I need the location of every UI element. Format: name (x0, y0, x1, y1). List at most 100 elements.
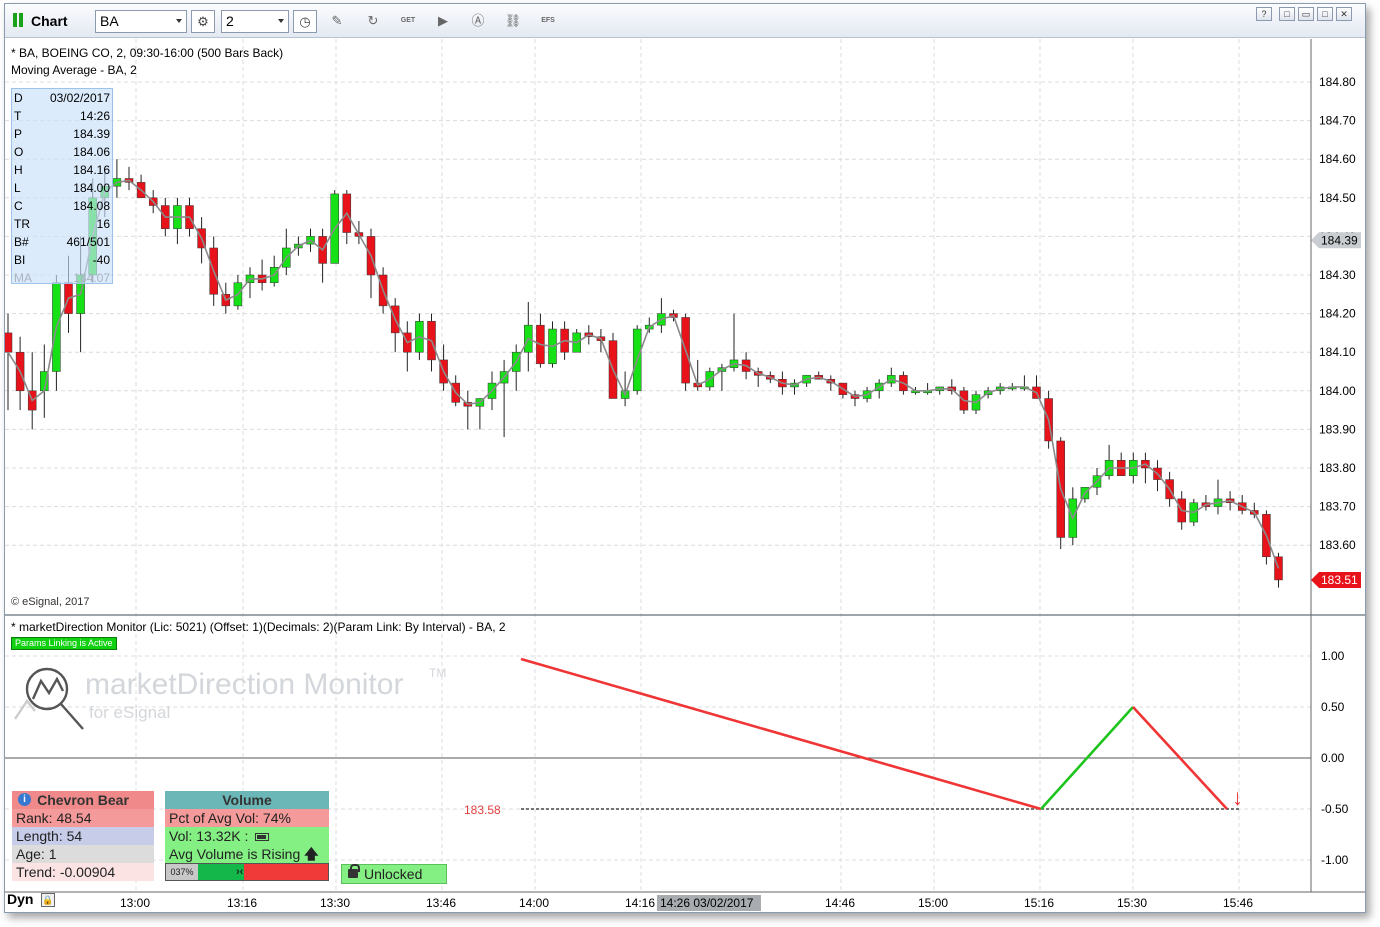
info-icon[interactable]: i (18, 793, 31, 806)
gauge-label: 037% (166, 864, 198, 880)
candle[interactable] (439, 344, 448, 391)
chart-window: Chart BA ⚙ 2 ◷ ✎ ↻ GET ▶ Ⓐ ⛓ EFS ? □ ▭ □… (4, 3, 1366, 913)
chevron-length: Length: 54 (12, 827, 154, 845)
candle[interactable] (5, 313, 13, 411)
ma-header: Moving Average - BA, 2 (11, 63, 137, 77)
alert-icon[interactable]: Ⓐ (468, 12, 488, 30)
data-window-row: P 184.39 (12, 125, 112, 143)
current-price-flag-text: 183.51 (1321, 573, 1358, 587)
symbol-combo[interactable]: BA (95, 10, 187, 33)
candle[interactable] (136, 174, 146, 199)
unlock-button[interactable]: Unlocked (341, 864, 447, 884)
price-tick-label: 183.80 (1319, 461, 1356, 475)
settings-icon[interactable]: ⚙ (191, 10, 215, 33)
time-tick-label: 14:00 (519, 896, 549, 910)
data-window-key: L (14, 181, 21, 195)
time-tick-label: 15:46 (1223, 896, 1253, 910)
candle[interactable] (850, 390, 860, 407)
play-icon[interactable]: ▶ (433, 12, 453, 30)
candle[interactable] (511, 344, 521, 391)
candle[interactable] (524, 302, 533, 372)
get-icon[interactable]: GET (398, 12, 418, 30)
time-tick-label: 13:30 (320, 896, 350, 910)
candle[interactable] (124, 166, 134, 191)
data-window-key: B# (14, 235, 29, 249)
candle[interactable] (403, 321, 412, 372)
price-tick-label: 184.10 (1319, 345, 1356, 359)
arrow-up-icon: 🡅 (304, 846, 319, 862)
volume-rising-text: Avg Volume is Rising (169, 846, 301, 862)
price-axis[interactable]: 184.80184.70184.60184.50184.40184.30184.… (1311, 75, 1361, 588)
pencil-icon[interactable]: ✎ (327, 12, 347, 30)
candle[interactable] (451, 375, 460, 407)
chevron-down-icon[interactable] (176, 19, 182, 23)
price-pane-header: * BA, BOEING CO, 2, 09:30-16:00 (500 Bar… (11, 46, 284, 60)
candle[interactable] (1032, 375, 1041, 399)
candle[interactable] (27, 352, 37, 430)
indicator-tick-label: -1.00 (1321, 853, 1349, 867)
candle[interactable] (923, 383, 932, 395)
close-button[interactable]: ✕ (1336, 7, 1352, 21)
candle[interactable] (1201, 495, 1211, 511)
candle[interactable] (463, 390, 473, 430)
dyn-label[interactable]: Dyn (7, 891, 33, 907)
candle[interactable] (935, 386, 944, 395)
data-window-key: T (14, 109, 22, 123)
volume-value-text: Vol: 13.32K : (169, 828, 249, 844)
dyn-lock-icon[interactable]: 🔒 (41, 893, 55, 907)
efs-icon[interactable]: EFS (538, 12, 558, 30)
candle[interactable] (1153, 460, 1162, 492)
indicator-tick-label: 1.00 (1321, 649, 1345, 663)
candle[interactable] (1213, 479, 1223, 515)
interval-combo[interactable]: 2 (221, 10, 289, 33)
minimize-button[interactable]: ▭ (1298, 7, 1314, 21)
candle[interactable] (657, 298, 666, 333)
candle[interactable] (499, 359, 509, 438)
candle[interactable] (536, 313, 545, 368)
candle[interactable] (52, 275, 61, 391)
candle[interactable] (887, 367, 896, 387)
candle[interactable] (257, 259, 267, 291)
candle[interactable] (112, 159, 122, 198)
data-window-value: 184.39 (73, 127, 110, 141)
data-window-key: C (14, 199, 23, 213)
candle[interactable] (729, 313, 739, 372)
line-tool-icon[interactable]: ↻ (363, 12, 383, 30)
chevron-trend: Trend: -0.00904 (12, 863, 154, 881)
data-window: D 03/02/2017 T 14:26 P 184.39 O 184.06 H 184.16 L 1… (11, 88, 113, 285)
data-window-key: MA (14, 271, 32, 285)
chart-canvas[interactable]: 184.80184.70184.60184.50184.40184.30184.… (5, 39, 1365, 913)
chart-icon (13, 13, 25, 27)
data-window-row: C 184.08 (12, 197, 112, 215)
help-button[interactable]: ? (1256, 7, 1272, 21)
chevron-title-text: Chevron Bear (37, 792, 129, 808)
data-window-value: 184.07 (73, 271, 110, 285)
candle[interactable] (318, 228, 327, 283)
candle[interactable] (1056, 437, 1065, 550)
volume-title: Volume (165, 791, 329, 809)
candle[interactable] (40, 344, 49, 418)
restore-button[interactable]: □ (1279, 7, 1295, 21)
candle[interactable] (330, 190, 339, 264)
symbol-value: BA (100, 13, 119, 29)
last-price-flag-text: 184.39 (1321, 233, 1358, 247)
candlestick-series[interactable] (5, 159, 1283, 588)
clock-icon[interactable]: ◷ (293, 10, 317, 33)
maximize-button[interactable]: □ (1317, 7, 1333, 21)
time-tick-label: 14:46 (825, 896, 855, 910)
candle[interactable] (282, 228, 291, 275)
price-grid (5, 39, 1311, 892)
candle[interactable] (1116, 452, 1126, 476)
candle[interactable] (1274, 552, 1283, 588)
candle[interactable] (1141, 452, 1150, 484)
candle[interactable] (1104, 444, 1114, 480)
price-tick-label: 184.70 (1319, 114, 1356, 128)
chevron-down-icon[interactable] (278, 19, 284, 23)
candle[interactable] (173, 197, 182, 245)
candle[interactable] (753, 367, 763, 387)
candle[interactable] (790, 379, 799, 395)
indicator-axis[interactable]: 1.00 0.50 0.00 -0.50 -1.00 (1321, 649, 1349, 867)
candle[interactable] (608, 332, 618, 399)
link-icon[interactable]: ⛓ (503, 12, 523, 30)
candle[interactable] (233, 275, 243, 310)
